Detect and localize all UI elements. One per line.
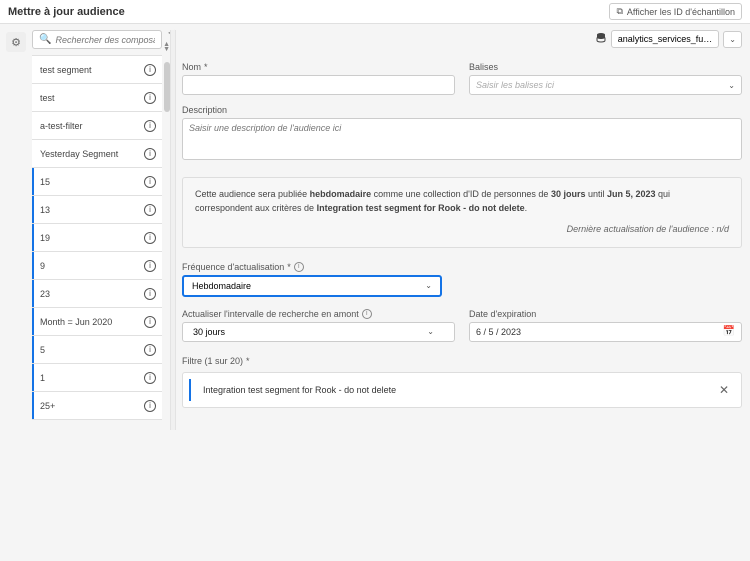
chevron-down-icon: ⌄ [427,327,434,336]
name-col: Nom* [182,62,455,95]
info-icon[interactable]: i [144,232,156,244]
lookback-label: Actualiser l'intervalle de recherche en … [182,309,455,319]
list-item[interactable]: 9i [32,252,162,280]
show-sample-ids-label: Afficher les ID d'échantillon [627,7,735,17]
frequency-value: Hebdomadaire [192,281,251,291]
page-title: Mettre à jour audience [8,6,125,18]
list-item[interactable]: a-test-filter i [32,112,162,140]
show-sample-ids-button[interactable]: ⧉ Afficher les ID d'échantillon [609,3,742,20]
list-item-label: 15 [40,177,50,187]
list-item-label: 13 [40,205,50,215]
list-item-label: 1 [40,373,45,383]
info-icon[interactable]: i [144,372,156,384]
datasource-select[interactable]: analytics_services_fu… [611,30,720,48]
close-icon[interactable]: ✕ [719,383,729,397]
description-input[interactable] [182,118,742,160]
tags-select[interactable]: Saisir les balises ici ⌄ [469,75,742,95]
name-input[interactable] [182,75,455,95]
info-icon[interactable]: i [362,309,372,319]
list-item-label: test segment [40,65,92,75]
last-update-text: Dernière actualisation de l'audience : n… [195,223,729,237]
expiry-col: Date d'expiration 6 / 5 / 2023 📅 [469,309,742,342]
list-item-label: 19 [40,233,50,243]
info-icon[interactable]: i [144,344,156,356]
frequency-block: Fréquence d'actualisation * i Hebdomadai… [182,262,742,297]
info-icon[interactable]: i [144,92,156,104]
description-block: Description [182,105,742,165]
sort-icon[interactable]: ▲▼ [163,42,170,52]
list-item-label: 25+ [40,401,55,411]
filter-label: Filtre (1 sur 20) * [182,356,742,366]
tags-label: Balises [469,62,742,72]
expiry-value: 6 / 5 / 2023 [476,327,521,337]
segments-list: test segment i test i a-test-filter i Yeste… [32,55,162,420]
name-tags-row: Nom* Balises Saisir les balises ici ⌄ [182,62,742,95]
list-item[interactable]: 19 i [32,224,162,252]
list-item[interactable]: test i [32,84,162,112]
sample-icon: ⧉ [616,6,622,17]
frequency-label: Fréquence d'actualisation * i [182,262,742,272]
sidebar: 🔍 ▲▼ test segmenti testi a-test-filteri … [32,30,162,561]
required-mark: * [204,62,208,72]
list-item-label: 5 [40,345,45,355]
info-icon[interactable]: i [144,64,156,76]
required-mark: * [287,262,291,272]
list-item-label: Yesterday Segment [40,149,118,159]
list-item[interactable]: 5i [32,336,162,364]
main-panel: analytics_services_fu… ⌄ Nom* Balises Sa… [182,30,742,561]
list-item-label: 23 [40,289,50,299]
info-icon[interactable]: i [144,120,156,132]
expiry-date-input[interactable]: 6 / 5 / 2023 📅 [469,322,742,342]
topbar: Mettre à jour audience ⧉ Afficher les ID… [0,0,750,24]
frequency-select[interactable]: Hebdomadaire ⌄ [182,275,442,297]
search-icon: 🔍 [39,34,51,45]
tags-placeholder: Saisir les balises ici [476,80,554,90]
list-item-label: Month = Jun 2020 [40,317,112,327]
list-item-label: 9 [40,261,45,271]
datasource-value: analytics_services_fu… [618,34,713,44]
search-input-wrap[interactable]: 🔍 [32,30,162,49]
chevron-down-icon: ⌄ [425,281,432,290]
list-item[interactable]: Month = Jun 2020 i [32,308,162,336]
list-item[interactable]: 25+ i [32,392,162,420]
list-item-label: a-test-filter [40,121,83,131]
info-icon[interactable]: i [144,148,156,160]
info-icon[interactable]: i [144,260,156,272]
filter-card: Integration test segment for Rook - do n… [182,372,742,408]
info-icon[interactable]: i [144,316,156,328]
info-icon[interactable]: i [294,262,304,272]
list-item[interactable]: 23 i [32,280,162,308]
info-icon[interactable]: i [144,176,156,188]
list-item[interactable]: 15 i [32,168,162,196]
list-item-label: test [40,93,55,103]
list-item[interactable]: Yesterday Segment i [32,140,162,168]
chevron-down-icon: ⌄ [729,35,736,44]
lookback-value: 30 jours [193,327,225,337]
search-input[interactable] [55,35,155,45]
info-icon[interactable]: i [144,204,156,216]
info-icon[interactable]: i [144,288,156,300]
lookback-select[interactable]: 30 jours ⌄ [182,322,455,342]
chevron-down-icon: ⌄ [728,81,735,90]
gear-icon[interactable]: ⚙ [6,32,26,52]
lookback-expiry-row: Actualiser l'intervalle de recherche en … [182,309,742,342]
list-item[interactable]: test segment i [32,56,162,84]
database-icon [595,32,607,47]
list-item[interactable]: 1i [32,364,162,392]
desc-label: Description [182,105,742,115]
tags-col: Balises Saisir les balises ici ⌄ [469,62,742,95]
required-mark: * [246,356,250,366]
filter-item-text: Integration test segment for Rook - do n… [203,385,396,395]
expiry-label: Date d'expiration [469,309,742,319]
datasource-caret-button[interactable]: ⌄ [723,31,742,48]
datasource-row: analytics_services_fu… ⌄ [182,30,742,48]
list-item[interactable]: 13 i [32,196,162,224]
summary-box: Cette audience sera publiée hebdomadaire… [182,177,742,248]
lookback-col: Actualiser l'intervalle de recherche en … [182,309,455,342]
name-label: Nom* [182,62,455,72]
panel-divider[interactable] [170,30,176,430]
info-icon[interactable]: i [144,400,156,412]
calendar-icon[interactable]: 📅 [723,326,735,337]
